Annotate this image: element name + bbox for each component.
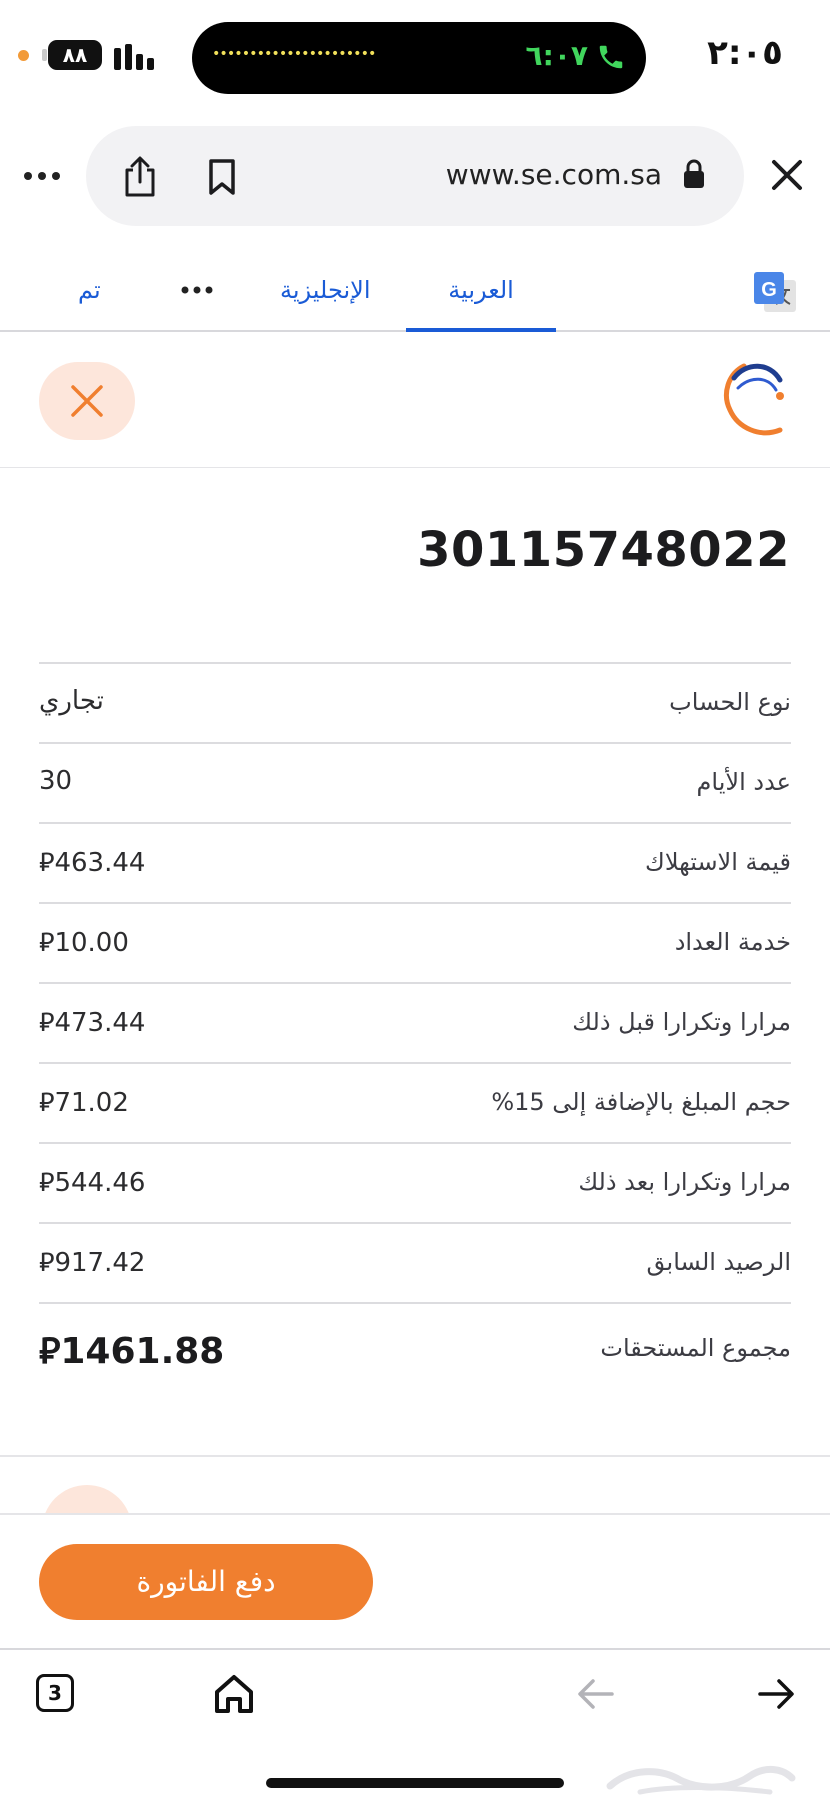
tabs-button[interactable]: 3 <box>36 1674 74 1712</box>
detail-row: مرارا وتكرارا قبل ذلك ⃁473.44 <box>39 982 791 1062</box>
call-timer: ٦:٠٧ <box>525 39 588 72</box>
call-pill[interactable]: •••••••••••••••••••••• ٦:٠٧ <box>192 22 646 94</box>
privacy-indicator <box>18 50 29 61</box>
tab-english[interactable]: الإنجليزية <box>280 276 371 304</box>
share-icon[interactable] <box>120 156 160 198</box>
row-label: قيمة الاستهلاك <box>645 848 791 876</box>
company-logo <box>724 363 784 436</box>
page-header <box>0 332 830 468</box>
phone-icon <box>599 45 623 69</box>
haraj-watermark <box>606 1766 796 1795</box>
translate-done-button[interactable]: تم <box>78 276 101 304</box>
row-label: مرارا وتكرارا قبل ذلك <box>572 1008 791 1036</box>
close-icon[interactable] <box>770 158 804 192</box>
forward-arrow-icon[interactable] <box>756 1676 796 1712</box>
detail-row: حجم المبلغ بالإضافة إلى 15% ⃁71.02 <box>39 1062 791 1142</box>
close-button[interactable] <box>39 362 135 440</box>
tab-arabic-label: العربية <box>448 276 514 304</box>
detail-row: قيمة الاستهلاك ⃁463.44 <box>39 822 791 902</box>
battery-cap <box>42 49 47 61</box>
translate-more-icon[interactable] <box>180 285 214 295</box>
detail-row: نوع الحساب تجاري <box>39 662 791 742</box>
address-bar[interactable]: www.se.com.sa <box>86 126 744 226</box>
more-icon[interactable] <box>22 170 62 182</box>
home-icon[interactable] <box>212 1672 256 1716</box>
row-value: ⃁71.02 <box>39 1088 129 1118</box>
url-text[interactable]: www.se.com.sa <box>432 158 662 191</box>
detail-row: مرارا وتكرارا بعد ذلك ⃁544.46 <box>39 1142 791 1222</box>
row-label: نوع الحساب <box>669 688 791 716</box>
total-value: ⃁1461.88 <box>39 1331 225 1372</box>
row-label: الرصيد السابق <box>646 1248 791 1276</box>
row-label: مرارا وتكرارا بعد ذلك <box>578 1168 791 1196</box>
lock-icon <box>684 159 704 188</box>
next-card-peek <box>0 1455 830 1515</box>
row-value: ⃁473.44 <box>39 1008 146 1038</box>
bill-details: نوع الحساب تجاري عدد الأيام 30 قيمة الاس… <box>39 662 791 1392</box>
bookmark-icon[interactable] <box>206 158 238 196</box>
total-label: مجموع المستحقات <box>600 1334 791 1362</box>
row-value: تجاري <box>39 686 104 716</box>
back-arrow-icon[interactable] <box>576 1676 616 1712</box>
detail-row: الرصيد السابق ⃁917.42 <box>39 1222 791 1302</box>
google-translate-icon: G <box>754 272 796 312</box>
row-value: ⃁463.44 <box>39 848 146 878</box>
row-label: خدمة العداد <box>674 928 791 956</box>
next-card-button <box>42 1485 132 1513</box>
audio-wave-icon: •••••••••••••••••••••• <box>212 46 376 62</box>
row-value: ⃁917.42 <box>39 1248 146 1278</box>
battery-indicator: ٨٨ <box>48 40 102 70</box>
signal-icon <box>114 42 156 70</box>
row-label: حجم المبلغ بالإضافة إلى 15% <box>491 1088 791 1116</box>
tab-arabic[interactable]: العربية <box>406 252 556 332</box>
home-indicator <box>266 1778 564 1788</box>
translate-bar: تم الإنجليزية العربية G <box>0 252 830 332</box>
close-icon <box>71 385 103 417</box>
pay-bill-button[interactable]: دفع الفاتورة <box>39 1544 373 1620</box>
row-value: 30 <box>39 766 73 796</box>
detail-row: عدد الأيام 30 <box>39 742 791 822</box>
account-number: 30115748022 <box>417 522 790 578</box>
status-bar: ٨٨ •••••••••••••••••••••• ٦:٠٧ ٢:٠٥ <box>0 0 830 110</box>
clock: ٢:٠٥ <box>707 33 783 73</box>
detail-row: خدمة العداد ⃁10.00 <box>39 902 791 982</box>
total-row: مجموع المستحقات ⃁1461.88 <box>39 1302 791 1392</box>
row-value: ⃁10.00 <box>39 928 129 958</box>
row-value: ⃁544.46 <box>39 1168 146 1198</box>
svg-text:G: G <box>761 279 777 301</box>
row-label: عدد الأيام <box>696 768 791 796</box>
